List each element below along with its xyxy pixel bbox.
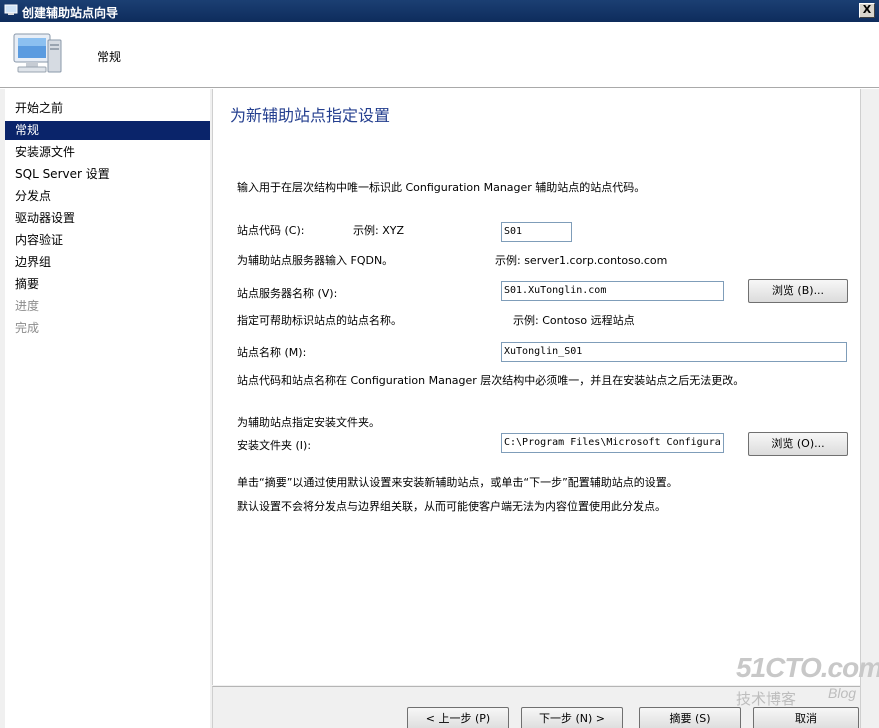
site-code-input[interactable]: S01 [501, 222, 572, 242]
watermark: 51CTO.com 技术博客 Blog [736, 652, 879, 712]
previous-button[interactable]: < 上一步 (P) [407, 707, 509, 728]
unique-note: 站点代码和站点名称在 Configuration Manager 层次结构中必须… [237, 374, 745, 387]
nav-item-general[interactable]: 常规 [5, 121, 210, 140]
nav-item-before-you-begin[interactable]: 开始之前 [5, 99, 210, 118]
nav-item-progress: 进度 [15, 299, 40, 313]
server-name-label: 站点服务器名称 (V): [237, 287, 338, 300]
header-title: 常规 [97, 50, 122, 64]
nav-item-sql-server[interactable]: SQL Server 设置 [5, 165, 210, 184]
fqdn-hint: 为辅助站点服务器输入 FQDN。 [237, 254, 394, 267]
browse-server-button[interactable]: 浏览 (B)... [748, 279, 848, 303]
nav-item-completion: 完成 [15, 321, 40, 335]
default-settings-note: 默认设置不会将分发点与边界组关联，从而可能使客户端无法为内容位置使用此分发点。 [237, 500, 666, 513]
close-button[interactable]: X [859, 3, 875, 18]
site-name-example: 示例: Contoso 远程站点 [513, 314, 635, 327]
wizard-body: 开始之前 常规 安装源文件 SQL Server 设置 分发点 驱动器设置 内容… [0, 89, 879, 728]
site-name-label: 站点名称 (M): [237, 346, 307, 359]
nav-item-source-files[interactable]: 安装源文件 [5, 143, 210, 162]
watermark-tag: Blog [828, 685, 857, 701]
next-button[interactable]: 下一步 (N) > [521, 707, 623, 728]
step-navigation: 开始之前 常规 安装源文件 SQL Server 设置 分发点 驱动器设置 内容… [5, 89, 210, 728]
right-edge-strip [860, 89, 879, 728]
settings-panel: 为新辅助站点指定设置 输入用于在层次结构中唯一标识此 Configuration… [212, 89, 860, 685]
site-code-example: 示例: XYZ [353, 224, 404, 237]
intro-text: 输入用于在层次结构中唯一标识此 Configuration Manager 辅助… [237, 181, 646, 194]
folder-hint: 为辅助站点指定安装文件夹。 [237, 416, 380, 429]
server-name-input[interactable]: S01.XuTonglin.com [501, 281, 724, 301]
nav-item-summary[interactable]: 摘要 [5, 275, 210, 294]
site-code-label: 站点代码 (C): [237, 224, 305, 237]
folder-label: 安装文件夹 (I): [237, 439, 312, 452]
nav-item-distribution-point[interactable]: 分发点 [5, 187, 210, 206]
title-bar: 创建辅助站点向导 X [0, 0, 879, 22]
watermark-sub: 技术博客 [736, 690, 797, 708]
site-name-hint: 指定可帮助标识站点的站点名称。 [237, 314, 402, 327]
window-title: 创建辅助站点向导 [22, 6, 119, 20]
computer-icon [13, 33, 62, 73]
nav-item-boundary-groups[interactable]: 边界组 [5, 253, 210, 272]
summary-note: 单击“摘要”以通过使用默认设置来安装新辅助站点，或单击“下一步”配置辅助站点的设… [237, 476, 678, 489]
site-name-input[interactable]: XuTonglin_S01 [501, 342, 847, 362]
watermark-site: 51CTO.com [736, 652, 879, 683]
nav-item-drive-settings[interactable]: 驱动器设置 [5, 209, 210, 228]
nav-item-content-validation[interactable]: 内容验证 [5, 231, 210, 250]
wizard-header: 常规 [0, 22, 879, 88]
wizard-icon [4, 4, 18, 15]
summary-button[interactable]: 摘要 (S) [639, 707, 741, 728]
browse-folder-button[interactable]: 浏览 (O)... [748, 432, 848, 456]
page-title: 为新辅助站点指定设置 [230, 106, 391, 125]
fqdn-example: 示例: server1.corp.contoso.com [495, 254, 668, 267]
install-folder-input[interactable]: C:\Program Files\Microsoft Configura [501, 433, 724, 453]
